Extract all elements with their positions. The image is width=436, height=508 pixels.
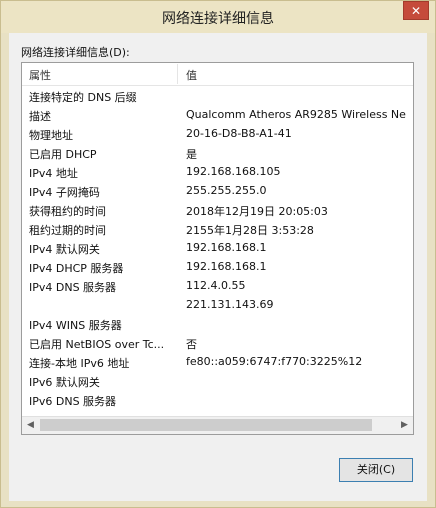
property-cell: 连接-本地 IPv6 地址 [29, 357, 130, 370]
property-cell: IPv4 DNS 服务器 [29, 281, 117, 294]
property-cell: 已启用 NetBIOS over Tc... [29, 338, 165, 351]
property-cell: 租约过期的时间 [29, 224, 106, 237]
value-cell: 2018年12月19日 20:05:03 [186, 205, 328, 218]
table-row[interactable]: 描述 Qualcomm Atheros AR9285 Wireless Ne [22, 106, 413, 125]
dialog-window: 网络连接详细信息 ✕ 网络连接详细信息(D): 属性 值 连接特定的 DNS 后… [0, 0, 436, 508]
table-row[interactable]: IPv4 默认网关 192.168.168.1 [22, 239, 413, 258]
column-header-property[interactable]: 属性 [29, 67, 51, 83]
value-cell: 192.168.168.1 [186, 260, 267, 273]
value-cell: 20-16-D8-B8-A1-41 [186, 127, 292, 140]
table-row[interactable]: IPv4 WINS 服务器 [22, 315, 413, 334]
table-row[interactable]: IPv4 子网掩码 255.255.255.0 [22, 182, 413, 201]
property-cell: IPv6 默认网关 [29, 376, 100, 389]
property-cell: IPv4 默认网关 [29, 243, 100, 256]
list-header: 属性 值 [22, 63, 413, 86]
scroll-left-icon[interactable]: ◀ [22, 417, 39, 434]
scrollbar-thumb[interactable] [40, 419, 372, 431]
column-header-value[interactable]: 值 [186, 67, 197, 83]
property-cell: 已启用 DHCP [29, 148, 97, 161]
table-row[interactable]: 获得租约的时间 2018年12月19日 20:05:03 [22, 201, 413, 220]
property-cell: IPv4 子网掩码 [29, 186, 100, 199]
value-cell: 221.131.143.69 [186, 298, 274, 311]
property-cell: IPv4 WINS 服务器 [29, 319, 122, 332]
value-cell: 是 [186, 148, 197, 161]
value-cell: 否 [186, 338, 197, 351]
table-row[interactable]: IPv6 DNS 服务器 [22, 391, 413, 410]
property-cell: IPv6 DNS 服务器 [29, 395, 117, 408]
window-title: 网络连接详细信息 [162, 11, 274, 27]
property-cell: IPv4 地址 [29, 167, 78, 180]
property-cell: IPv4 DHCP 服务器 [29, 262, 124, 275]
value-cell: 255.255.255.0 [186, 184, 267, 197]
value-cell: Qualcomm Atheros AR9285 Wireless Ne [186, 108, 406, 121]
title-bar: 网络连接详细信息 ✕ [1, 1, 435, 33]
value-cell: 192.168.168.1 [186, 241, 267, 254]
table-row[interactable]: IPv4 DHCP 服务器 192.168.168.1 [22, 258, 413, 277]
details-list[interactable]: 属性 值 连接特定的 DNS 后缀 描述 Qualcomm Atheros AR9… [21, 62, 414, 435]
table-row[interactable]: 连接特定的 DNS 后缀 [22, 87, 413, 106]
table-row[interactable]: 已启用 NetBIOS over Tc... 否 [22, 334, 413, 353]
property-cell: 描述 [29, 110, 51, 123]
table-row[interactable]: 物理地址 20-16-D8-B8-A1-41 [22, 125, 413, 144]
property-cell: 连接特定的 DNS 后缀 [29, 91, 137, 104]
close-button[interactable]: 关闭(C) [339, 458, 413, 482]
table-row[interactable]: 221.131.143.69 [22, 296, 413, 315]
scroll-right-icon[interactable]: ▶ [396, 417, 413, 434]
table-row[interactable]: IPv4 地址 192.168.168.105 [22, 163, 413, 182]
table-row[interactable]: 已启用 DHCP 是 [22, 144, 413, 163]
horizontal-scrollbar[interactable]: ◀ ▶ [22, 416, 413, 434]
property-cell: 物理地址 [29, 129, 73, 142]
value-cell: 112.4.0.55 [186, 279, 246, 292]
property-cell: 获得租约的时间 [29, 205, 106, 218]
value-cell: 2155年1月28日 3:53:28 [186, 224, 314, 237]
dialog-client: 网络连接详细信息(D): 属性 值 连接特定的 DNS 后缀 描述 Qualcom… [9, 33, 427, 501]
close-icon[interactable]: ✕ [403, 1, 429, 20]
table-row[interactable]: IPv4 DNS 服务器 112.4.0.55 [22, 277, 413, 296]
table-row[interactable]: 连接-本地 IPv6 地址 fe80::a059:6747:f770:3225%1… [22, 353, 413, 372]
details-label: 网络连接详细信息(D): [21, 46, 130, 59]
list-rows: 连接特定的 DNS 后缀 描述 Qualcomm Atheros AR9285 W… [22, 87, 413, 410]
table-row[interactable]: 租约过期的时间 2155年1月28日 3:53:28 [22, 220, 413, 239]
table-row[interactable]: IPv6 默认网关 [22, 372, 413, 391]
value-cell: fe80::a059:6747:f770:3225%12 [186, 355, 363, 368]
column-divider[interactable] [177, 64, 178, 84]
value-cell: 192.168.168.105 [186, 165, 281, 178]
